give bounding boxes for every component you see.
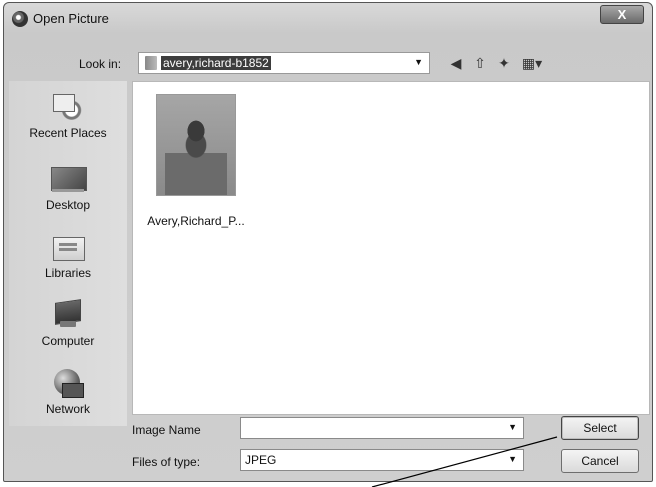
callout-line [371,436,558,487]
callout-pointer [371,436,558,487]
